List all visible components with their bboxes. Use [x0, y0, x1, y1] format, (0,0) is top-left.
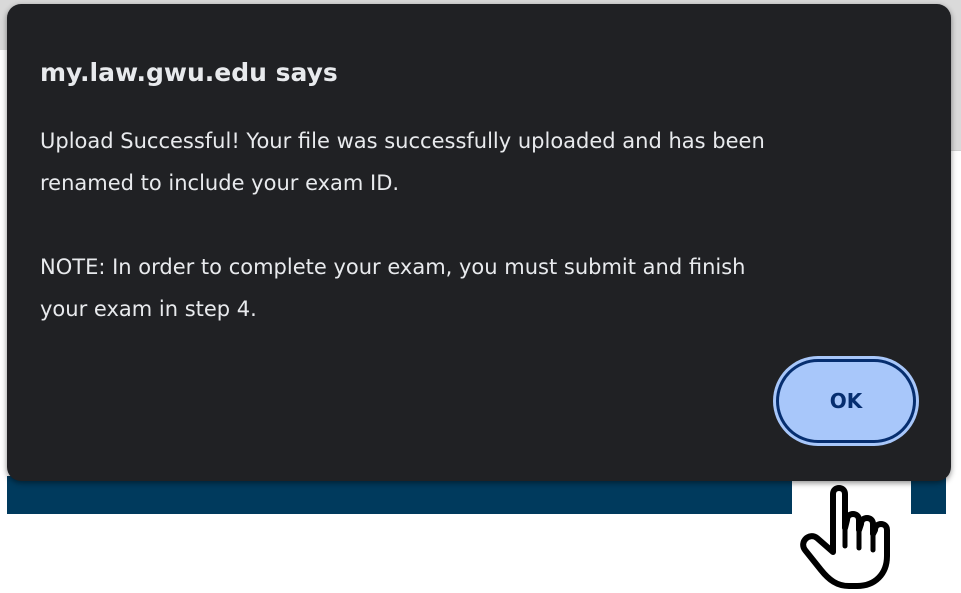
dialog-title: my.law.gwu.edu says: [40, 58, 338, 87]
alert-dialog: my.law.gwu.edu says Upload Successful! Y…: [7, 4, 951, 481]
pointing-hand-icon: [800, 485, 890, 589]
ok-button[interactable]: OK: [776, 359, 916, 443]
dialog-message: Upload Successful! Your file was success…: [40, 129, 765, 321]
